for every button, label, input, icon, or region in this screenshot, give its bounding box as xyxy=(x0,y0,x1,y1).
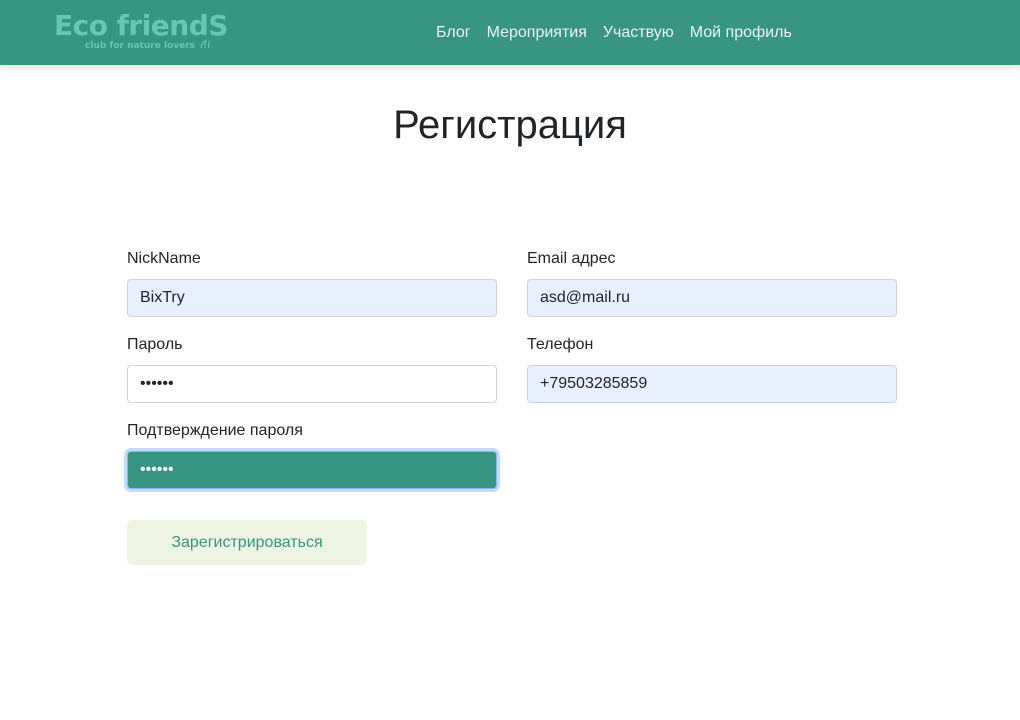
password-input[interactable] xyxy=(127,365,497,403)
page-title: Регистрация xyxy=(393,103,627,147)
nav-link-blog[interactable]: Блог xyxy=(428,24,479,42)
password-confirm-label: Подтверждение пароля xyxy=(127,422,303,439)
email-field-group: Email адрес xyxy=(527,249,897,317)
logo-tagline: club for nature lovers xyxy=(85,41,195,51)
password-confirm-input[interactable] xyxy=(127,451,497,489)
phone-label: Телефон xyxy=(527,336,594,353)
nav-link-participating[interactable]: Участвую xyxy=(595,24,682,42)
logo-tagline-row: club for nature lovers xyxy=(85,40,211,51)
main-nav: Блог Мероприятия Участвую Мой профиль xyxy=(428,0,800,65)
phone-input[interactable] xyxy=(527,365,897,403)
password-field-group: Пароль xyxy=(127,335,497,403)
nickname-field-group: NickName xyxy=(127,249,497,317)
password-confirm-field-group: Подтверждение пароля xyxy=(127,421,497,489)
logo[interactable]: Eco friendS club for nature lovers xyxy=(54,9,229,55)
email-input[interactable] xyxy=(527,279,897,317)
nav-link-events[interactable]: Мероприятия xyxy=(479,24,595,42)
leaf-icon xyxy=(200,40,211,48)
navbar: Eco friendS club for nature lovers Блог … xyxy=(0,0,1020,65)
nickname-label: NickName xyxy=(127,250,201,267)
password-label: Пароль xyxy=(127,336,183,353)
register-button[interactable]: Зарегистрироваться xyxy=(127,520,367,565)
logo-title: Eco friendS xyxy=(54,9,228,42)
phone-field-group: Телефон xyxy=(527,335,897,403)
nav-link-my-profile[interactable]: Мой профиль xyxy=(682,24,800,42)
email-label: Email адрес xyxy=(527,250,616,267)
nickname-input[interactable] xyxy=(127,279,497,317)
